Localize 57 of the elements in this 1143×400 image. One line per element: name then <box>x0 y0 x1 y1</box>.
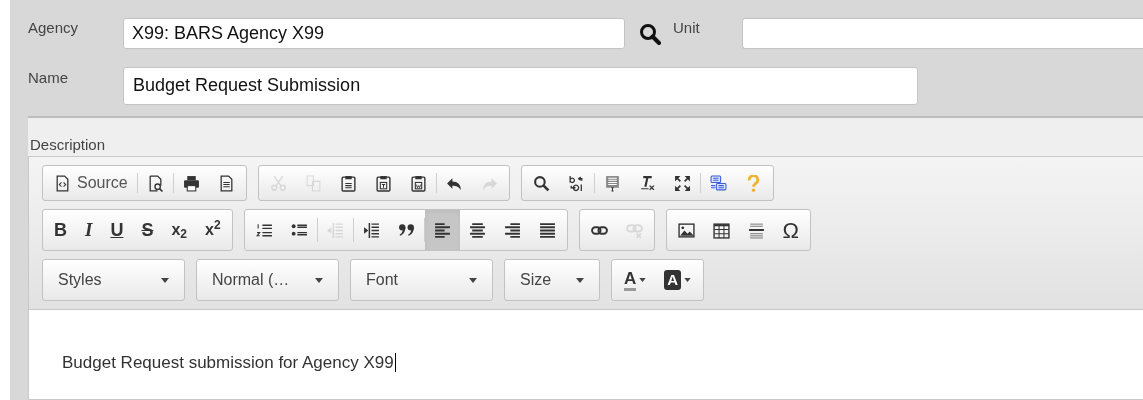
horizontal-line-icon <box>747 221 765 239</box>
clipboard-icon <box>374 174 392 192</box>
scissors-icon <box>269 174 287 192</box>
bulleted-list-icon <box>290 221 308 239</box>
copy-icon <box>304 174 322 192</box>
name-field[interactable]: Budget Request Submission <box>123 66 918 105</box>
align-left-button[interactable] <box>424 210 460 250</box>
indent-icon <box>362 221 380 239</box>
search-icon[interactable] <box>639 22 661 45</box>
format-button[interactable]: x$^{2}$ <box>196 210 230 250</box>
source-button[interactable]: Source <box>45 166 137 200</box>
numbered-list-icon <box>255 221 273 239</box>
text-color-button[interactable]: A <box>620 260 651 300</box>
image-icon <box>677 221 695 239</box>
maximize-icon <box>673 174 691 192</box>
dropdown[interactable]: Font <box>350 259 493 301</box>
format-button[interactable]: U <box>101 210 133 250</box>
clipboard-icon <box>409 174 427 192</box>
field-label: Description <box>29 135 107 155</box>
caret-icon <box>576 277 584 283</box>
sections-icon <box>709 174 727 192</box>
align-center-icon <box>468 221 486 239</box>
quote-icon <box>397 221 415 239</box>
outdent-icon <box>326 221 344 239</box>
dropdown[interactable]: Size <box>504 259 600 301</box>
show-blocks-icon <box>603 174 621 192</box>
unlink-icon <box>625 221 643 239</box>
editor-content[interactable]: Budget Request submission for Agency X99 <box>29 310 1143 399</box>
field-label: Name <box>27 68 69 88</box>
field-label: Unit <box>673 18 701 38</box>
clear-format-icon <box>638 174 656 192</box>
background-color-button[interactable]: A <box>660 260 696 300</box>
caret-icon <box>469 277 477 283</box>
clipboard-icon <box>339 174 357 192</box>
format-button[interactable]: I <box>76 210 102 250</box>
source-file-icon <box>54 174 71 192</box>
align-right-icon <box>503 221 521 239</box>
paragraph: Budget Request submission for Agency X99 <box>62 353 396 372</box>
dropdown[interactable]: Normal (… <box>196 259 339 301</box>
format-button[interactable]: S <box>132 210 163 250</box>
format-button[interactable]: Ω <box>773 210 809 250</box>
dropdown[interactable]: Styles <box>42 259 185 301</box>
caret-icon <box>161 277 169 283</box>
format-button[interactable]: x$_{2}$ <box>162 210 196 250</box>
caret-icon <box>315 277 323 283</box>
agency-field[interactable]: X99: BARS Agency X99 <box>123 18 625 49</box>
caret-icon <box>684 278 692 282</box>
table-icon <box>712 221 730 239</box>
format-button[interactable]: B <box>45 210 76 250</box>
field-label: Agency <box>27 18 80 38</box>
caret-icon <box>639 278 647 282</box>
align-left-icon <box>433 221 451 239</box>
replace-icon <box>567 174 585 192</box>
print-icon <box>182 174 200 192</box>
justify-icon <box>538 221 556 239</box>
search-icon <box>532 174 550 192</box>
unit-field[interactable] <box>742 18 1143 49</box>
